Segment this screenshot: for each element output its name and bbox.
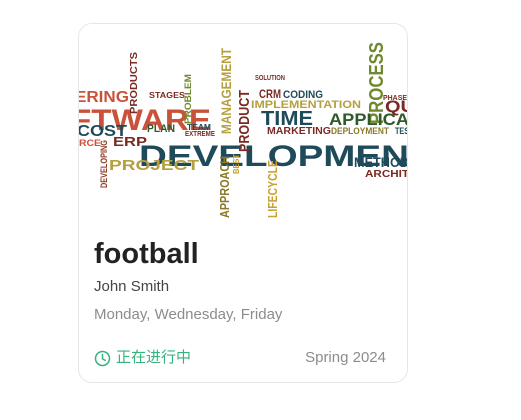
word-cloud-image: DEVELOPMEN FTWARE PROJECT PROCESS APPLIC…: [79, 42, 408, 218]
word-cloud-word: ERING: [79, 89, 129, 106]
word-cloud-word: LIFECYCLE: [265, 160, 280, 218]
word-cloud-word: PHASE: [383, 95, 407, 102]
word-cloud-word: BEST: [232, 154, 241, 174]
word-cloud-word: ERP: [113, 134, 147, 149]
word-cloud-word: STAGES: [149, 91, 186, 100]
clock-icon: [94, 350, 111, 367]
course-title: football: [94, 238, 199, 270]
word-cloud-word: CODING: [283, 89, 323, 101]
word-cloud-word: PLAN: [147, 123, 175, 135]
word-cloud-word: PROJECT: [109, 157, 199, 174]
status-indicator: 正在进行中: [94, 348, 191, 368]
word-cloud-word: ARCHIT: [365, 169, 408, 180]
teacher-name: John Smith: [94, 278, 170, 295]
word-cloud-word: PRODUCT: [236, 90, 253, 152]
word-cloud-word: SOLUTION: [255, 75, 285, 82]
word-cloud-word: METHOD: [354, 154, 408, 170]
status-text: 正在进行中: [116, 349, 192, 366]
word-cloud-word: MARKETING: [267, 126, 331, 137]
course-term: Spring 2024: [305, 349, 386, 366]
word-cloud-word: DEPLOYMENT: [331, 126, 389, 136]
word-cloud-word: EXTREME: [185, 131, 215, 138]
word-cloud-word: CRM: [259, 87, 281, 101]
word-cloud-word: MANAGEMENT: [218, 48, 234, 134]
word-cloud-word: APPROACH: [217, 156, 232, 218]
course-cover-image: DEVELOPMEN FTWARE PROJECT PROCESS APPLIC…: [79, 24, 408, 224]
word-cloud-word: PRODUCTS: [129, 52, 140, 114]
course-schedule: Monday, Wednesday, Friday: [94, 306, 283, 323]
word-cloud-word: RCE: [79, 138, 101, 148]
word-cloud-word: TES: [395, 126, 408, 136]
course-card[interactable]: DEVELOPMEN FTWARE PROJECT PROCESS APPLIC…: [78, 23, 408, 383]
